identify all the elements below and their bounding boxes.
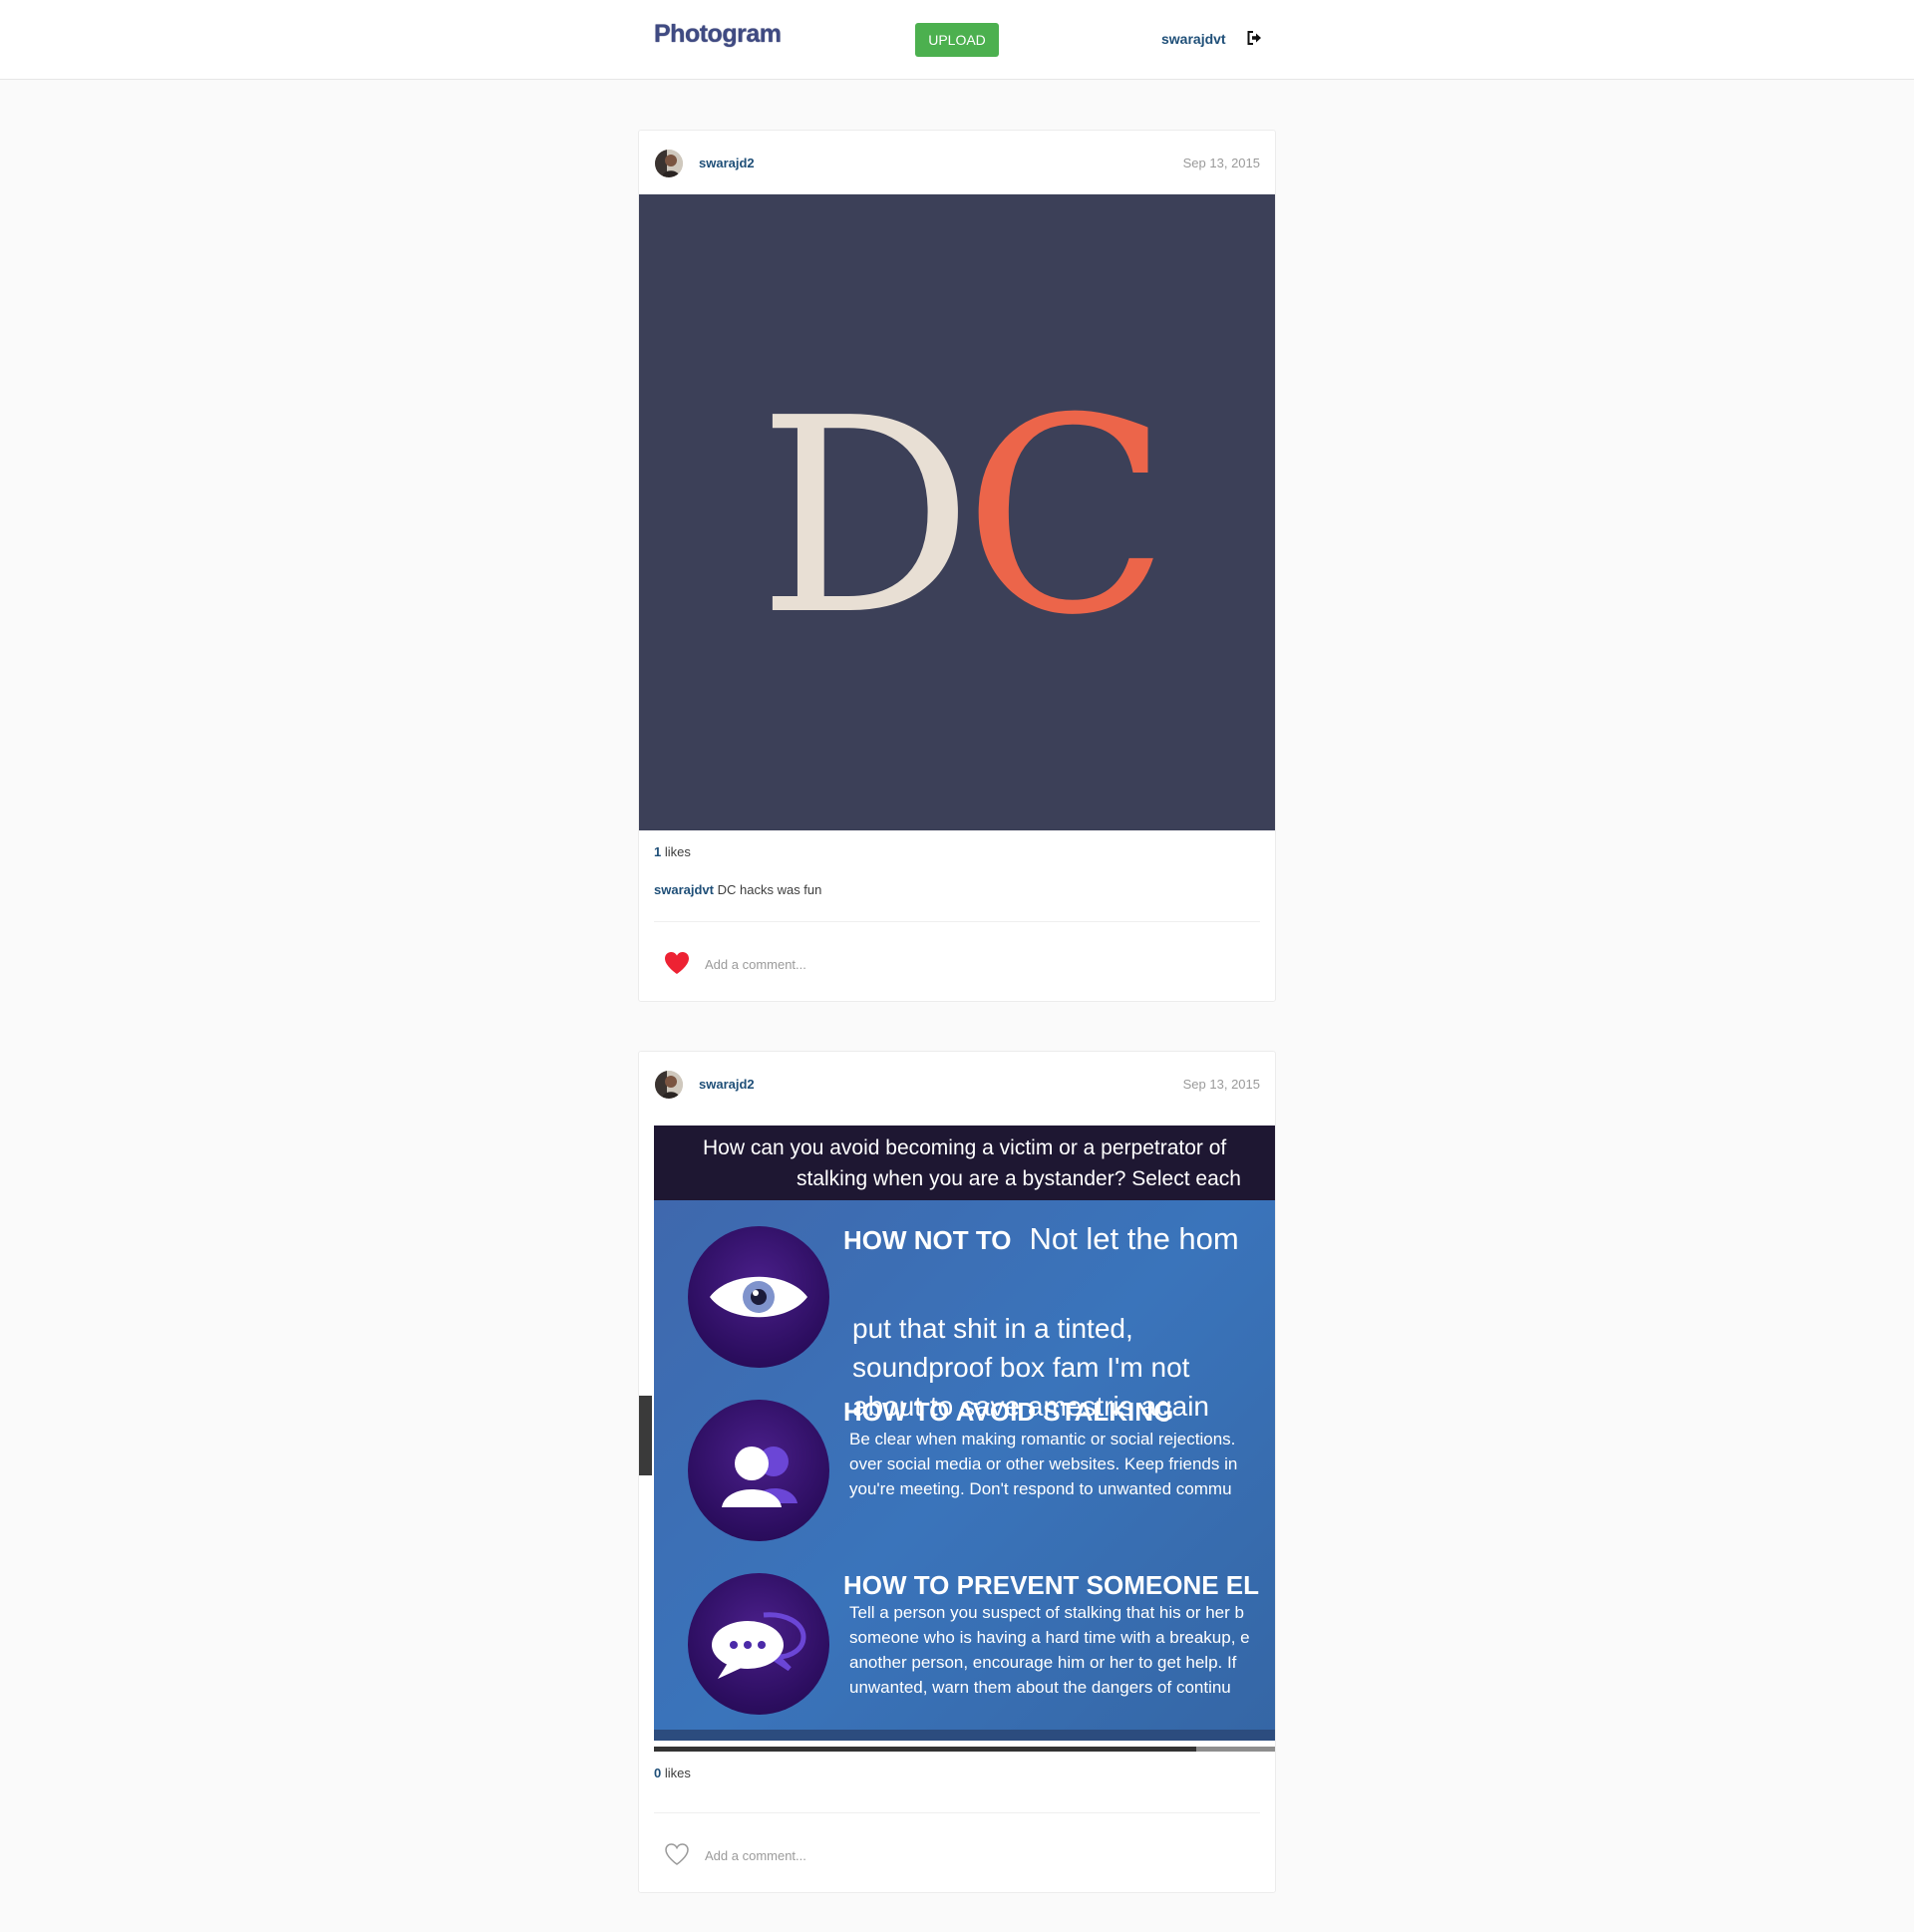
- section-title-extra: Not let the hom: [1029, 1221, 1239, 1256]
- divider: [654, 921, 1260, 922]
- current-user-link[interactable]: swarajdvt: [1161, 31, 1226, 47]
- eye-icon: [688, 1226, 829, 1368]
- post-header: swarajd2 Sep 13, 2015: [639, 1052, 1275, 1116]
- comment-input[interactable]: [705, 1840, 1243, 1870]
- likes-count: 1 likes: [654, 844, 691, 859]
- infographic-header: How can you avoid becoming a victim or a…: [654, 1126, 1275, 1200]
- users-icon: [688, 1400, 829, 1541]
- top-navbar: Photogram UPLOAD swarajdvt: [0, 0, 1914, 80]
- heart-outline-icon[interactable]: [663, 1841, 691, 1867]
- post-header: swarajd2 Sep 13, 2015: [639, 131, 1275, 194]
- post-card: swarajd2 Sep 13, 2015 DC 1 likes swarajd…: [638, 130, 1276, 1002]
- progress-fill: [654, 1747, 1196, 1752]
- post-date: Sep 13, 2015: [1182, 1077, 1260, 1092]
- post-username[interactable]: swarajd2: [699, 1077, 755, 1092]
- caption-text: DC hacks was fun: [717, 882, 822, 897]
- post-caption: swarajdvt DC hacks was fun: [654, 882, 821, 897]
- logo-letter-d: D: [758, 360, 974, 674]
- infographic-header-line2: stalking when you are a bystander? Selec…: [797, 1167, 1241, 1190]
- upload-button[interactable]: UPLOAD: [915, 23, 999, 57]
- section-title-text: HOW NOT TO: [843, 1225, 1012, 1255]
- app-logo[interactable]: Photogram: [654, 20, 782, 49]
- section-text: Be clear when making romantic or social …: [849, 1430, 1238, 1498]
- section-title: HOW NOT TO Not let the hom: [843, 1221, 1239, 1257]
- infographic-footer-bar: [654, 1730, 1275, 1741]
- post-image[interactable]: DC: [639, 194, 1275, 830]
- likes-label: likes: [664, 1766, 691, 1780]
- likes-number: 1: [654, 844, 662, 859]
- section-title: HOW TO AVOID STALKING: [843, 1397, 1174, 1427]
- likes-label: likes: [664, 844, 691, 859]
- likes-number: 0: [654, 1766, 662, 1780]
- logout-icon[interactable]: [1246, 30, 1262, 46]
- caption-username[interactable]: swarajdvt: [654, 882, 714, 897]
- avatar[interactable]: [655, 1071, 683, 1099]
- divider: [654, 1812, 1260, 1813]
- section-text: Tell a person you suspect of stalking th…: [849, 1603, 1250, 1697]
- image-progress-bar[interactable]: [654, 1747, 1275, 1752]
- dc-logo: DC: [758, 383, 1169, 652]
- post-username[interactable]: swarajd2: [699, 156, 755, 170]
- logo-letter-c: C: [963, 360, 1169, 674]
- post-card: swarajd2 Sep 13, 2015 How can you avoid …: [638, 1051, 1276, 1893]
- slide-handle[interactable]: [639, 1396, 652, 1475]
- post-image[interactable]: How can you avoid becoming a victim or a…: [654, 1126, 1275, 1741]
- chat-bubble-icon: [688, 1573, 829, 1715]
- avatar[interactable]: [655, 150, 683, 177]
- section-title: HOW TO PREVENT SOMEONE EL: [843, 1570, 1260, 1600]
- infographic-header-line1: How can you avoid becoming a victim or a…: [703, 1136, 1227, 1159]
- comment-input[interactable]: [705, 949, 1243, 979]
- heart-filled-icon[interactable]: [663, 950, 691, 976]
- post-date: Sep 13, 2015: [1182, 156, 1260, 170]
- likes-count: 0 likes: [654, 1766, 691, 1780]
